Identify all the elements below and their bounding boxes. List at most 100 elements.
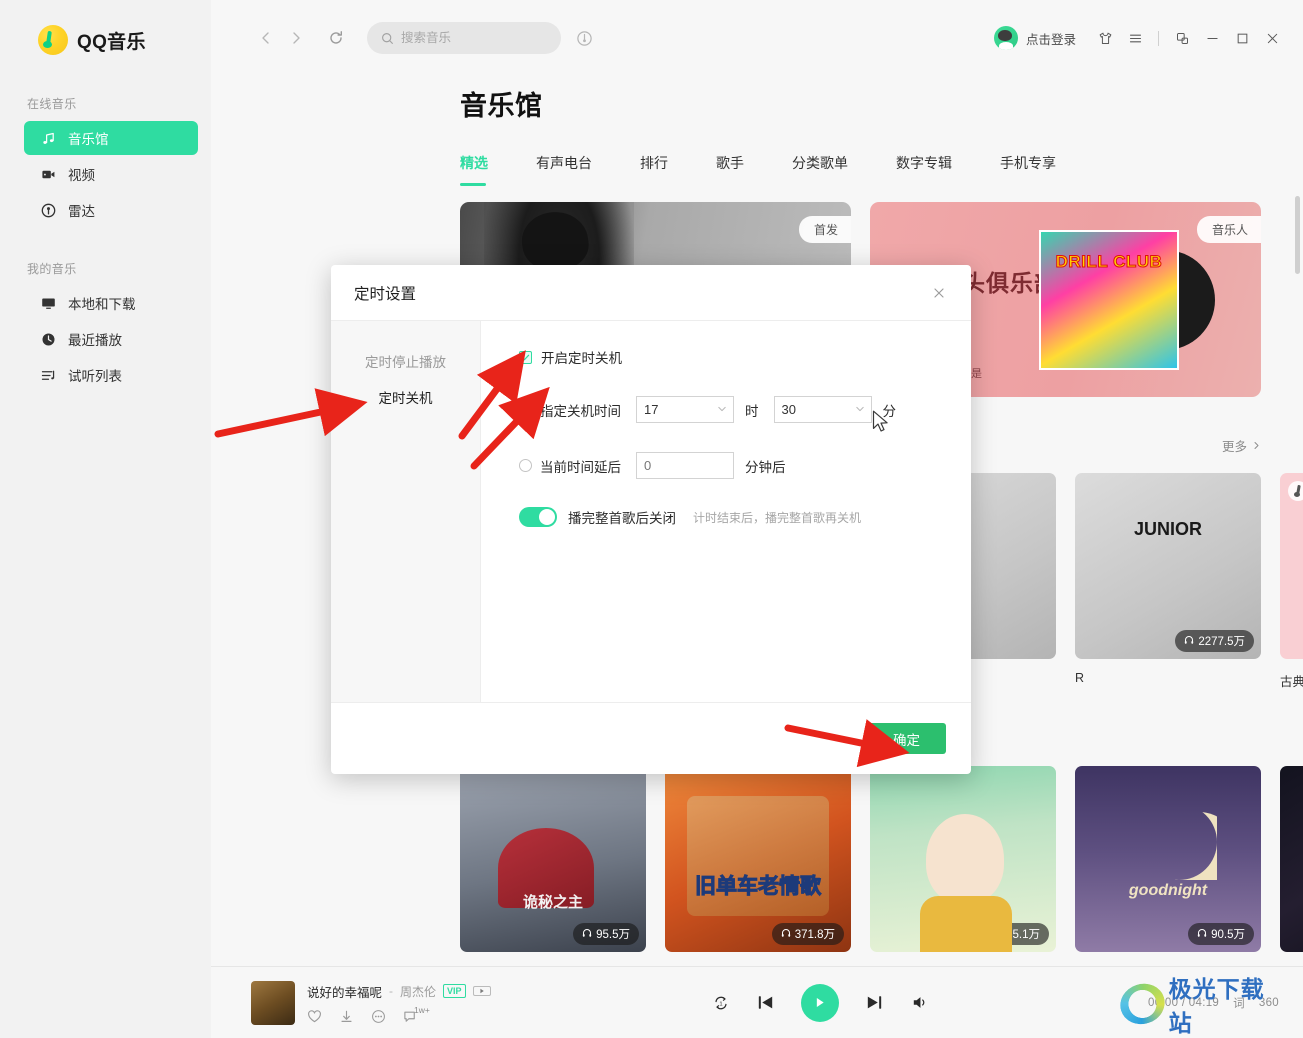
repeat-one-icon[interactable]: 1 [712,994,730,1012]
sidebar-item-label: 音乐馆 [68,132,109,147]
comment-icon[interactable]: 1w+ [403,1005,430,1024]
heart-icon[interactable] [307,1009,322,1024]
dialog-footer: 确定 [331,702,971,774]
more-dots-icon[interactable] [371,1009,386,1024]
song-meta-row: 说好的幸福呢 - 周杰伦 VIP [307,982,491,1001]
hamburger-menu-icon[interactable] [1120,23,1150,53]
headphones-icon [781,928,791,941]
toolbar-right: 点击登录 [993,23,1287,53]
separator: - [389,984,394,998]
sidebar-item-label: 本地和下载 [68,297,136,312]
dialog-tab-shutdown[interactable]: 定时关机 [331,379,480,415]
audio-card[interactable]: 755.1万 [870,766,1056,952]
vip-badge: VIP [443,984,466,998]
finish-song-toggle[interactable] [519,507,557,527]
back-button[interactable] [251,23,281,53]
tab-featured[interactable]: 精选 [460,153,488,186]
dialog-close-icon[interactable] [925,279,953,307]
enable-shutdown-label[interactable]: 开启定时关机 [541,347,622,367]
mini-window-icon[interactable] [1167,23,1197,53]
close-button[interactable] [1257,23,1287,53]
next-track-button[interactable] [864,992,885,1013]
login-button[interactable]: 点击登录 [1026,29,1076,48]
finish-song-row: 播完整首歌后关闭 计时结束后，播完整首歌再关机 [519,507,971,527]
more-label: 更多 [1221,440,1247,454]
card-cover: JUNIOR 2277.5万 [1075,473,1261,659]
minute-select[interactable]: 30 [773,396,872,423]
banner-tag: 音乐人 [1196,216,1261,243]
audio-card[interactable]: 诡秘之主 95.5万 [460,766,646,952]
delay-minutes-input[interactable] [636,452,734,479]
headphones-icon [986,928,996,941]
sidebar-item-video[interactable]: 视频 [24,157,198,191]
tab-category-playlists[interactable]: 分类歌单 [792,153,848,186]
voice-search-button[interactable] [569,23,599,53]
banner-tag: 首发 [798,216,851,243]
radar-icon [40,202,57,219]
finish-song-label[interactable]: 播完整首歌后关闭 [568,507,676,527]
search-input[interactable] [401,31,547,45]
card-cover-text: JUNIOR [1133,519,1202,539]
dialog-header: 定时设置 [331,265,971,321]
sidebar-item-recently-played[interactable]: 最近播放 [24,322,198,356]
hour-value: 17 [644,402,659,417]
forward-button[interactable] [281,23,311,53]
nav-group-title-mine: 我的音乐 [27,262,77,276]
tab-mobile-exclusive[interactable]: 手机专享 [1000,153,1056,186]
specific-time-radio[interactable] [519,403,532,416]
scrollbar-thumb[interactable] [1295,196,1300,274]
toolbar-divider [1158,30,1159,46]
refresh-button[interactable] [321,23,351,53]
song-title[interactable]: 说好的幸福呢 [307,982,382,1001]
sidebar-item-audition-list[interactable]: 试听列表 [24,358,198,392]
specific-time-label[interactable]: 指定关机时间 [540,400,621,420]
tab-ranking[interactable]: 排行 [640,153,668,186]
quality-button[interactable]: 360 [1259,997,1279,1009]
tab-singers[interactable]: 歌手 [716,153,744,186]
skin-shirt-icon[interactable] [1090,23,1120,53]
play-button[interactable] [800,983,839,1022]
hour-select[interactable]: 17 [636,396,734,423]
play-count-badge: 371.8万 [771,923,844,945]
dialog-tab-stop-playback[interactable]: 定时停止播放 [331,343,480,379]
headphones-icon [582,928,592,941]
play-count-value: 95.5万 [596,929,630,941]
play-count-value: 371.8万 [794,929,835,941]
search-box[interactable] [367,22,561,54]
audio-card[interactable]: goodnight 90.5万 [1075,766,1261,952]
tab-audio-radio[interactable]: 有声电台 [536,153,592,186]
sidebar-item-label: 雷达 [68,204,95,219]
previous-track-button[interactable] [755,992,776,1013]
card-cover-text: goodnight [1128,882,1208,899]
user-avatar[interactable] [993,26,1018,50]
confirm-button[interactable]: 确定 [867,723,946,754]
enable-shutdown-checkbox[interactable] [519,350,532,364]
maximize-button[interactable] [1227,23,1257,53]
sidebar-item-label: 视频 [68,168,95,183]
vertical-scrollbar[interactable] [1295,160,1300,966]
sidebar-item-local-downloads[interactable]: 本地和下载 [24,286,198,320]
sidebar-item-radar[interactable]: 雷达 [24,193,198,227]
page-title: 音乐馆 [460,91,543,121]
delay-time-label[interactable]: 当前时间延后 [540,456,621,476]
minimize-button[interactable] [1197,23,1227,53]
song-action-row: 1w+ [307,1005,491,1024]
playlist-card[interactable]: JUNIOR 2277.5万 R [1075,473,1261,690]
volume-icon[interactable] [910,993,929,1012]
lyric-button[interactable]: 词 [1233,995,1245,1011]
artist-name[interactable]: 周杰伦 [400,983,436,1000]
card-cover: goodnight 90.5万 [1075,766,1261,952]
card-cover: 诡秘之主 95.5万 [460,766,646,952]
tab-digital-albums[interactable]: 数字专辑 [896,153,952,186]
chevron-right-icon [1252,439,1261,453]
audio-card[interactable]: 旧单车老情歌 371.8万 [665,766,851,952]
album-cover[interactable] [251,980,295,1025]
play-count-value: 755.1万 [999,929,1040,941]
more-link[interactable]: 更多 [1222,436,1261,455]
video-camera-icon [40,166,57,183]
chevron-down-icon [718,405,726,414]
mv-icon[interactable] [472,986,491,996]
download-icon[interactable] [339,1009,354,1024]
delay-time-radio[interactable] [519,459,532,472]
sidebar-item-music-hall[interactable]: 音乐馆 [24,121,198,155]
